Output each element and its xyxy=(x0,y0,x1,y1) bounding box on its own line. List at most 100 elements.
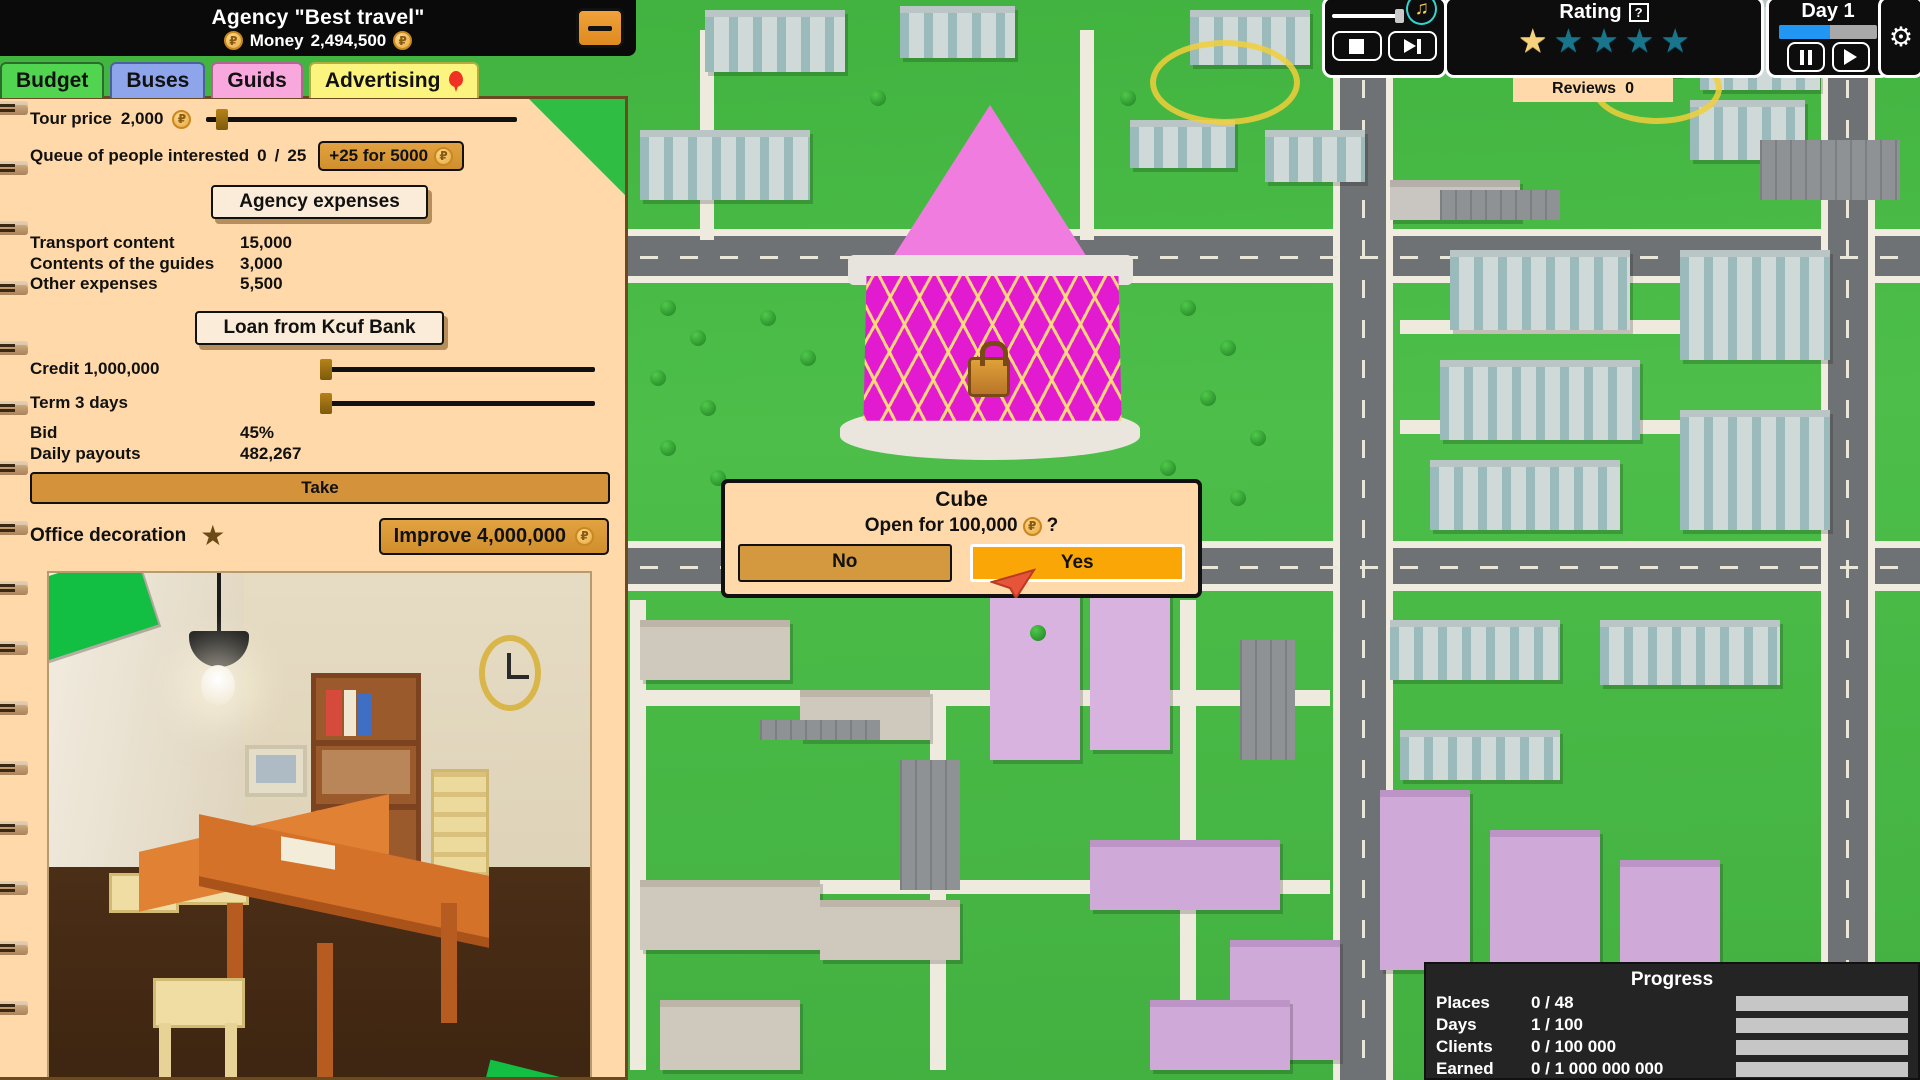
rating-stars[interactable]: ★ ★ ★ ★ ★ xyxy=(1447,24,1761,58)
tour-price-value: 2,000 xyxy=(120,109,164,128)
help-icon[interactable]: ? xyxy=(1628,3,1649,22)
computer-monitor xyxy=(245,744,307,797)
day-label: Day 1 xyxy=(1801,0,1855,22)
cube-question-suffix: ? xyxy=(1046,515,1059,536)
building xyxy=(1680,250,1830,360)
progress-row: Places 0 / 48 xyxy=(1436,993,1908,1013)
music-note-icon[interactable]: ♫ xyxy=(1406,0,1437,25)
stop-icon xyxy=(1349,38,1365,54)
reviews-count: 0 xyxy=(1625,80,1634,97)
ruble-icon: ₽ xyxy=(393,31,413,50)
pause-button[interactable] xyxy=(1786,42,1825,72)
next-track-icon xyxy=(1403,38,1421,54)
tour-price-slider[interactable] xyxy=(206,108,517,130)
volume-slider[interactable] xyxy=(1332,9,1405,23)
star-icon[interactable]: ★ xyxy=(1625,24,1655,58)
tab-budget[interactable]: Budget xyxy=(0,62,105,98)
term-label: Term 3 days xyxy=(30,393,128,413)
improve-label: Improve 4,000,000 xyxy=(393,524,566,547)
queue-max: 25 xyxy=(287,146,307,165)
progress-row: Clients 0 / 100 000 xyxy=(1436,1037,1908,1057)
money-row: ₽ Money 2,494,500 ₽ xyxy=(223,30,413,51)
progress-label: Clients xyxy=(1436,1037,1493,1056)
expense-value: 5,500 xyxy=(240,274,283,294)
money-label: Money xyxy=(249,30,304,50)
rating-title: Rating xyxy=(1559,1,1622,23)
alert-pin-icon xyxy=(449,71,464,92)
volume-row: ♫ xyxy=(1332,0,1437,25)
play-icon xyxy=(1844,49,1857,65)
building xyxy=(1490,830,1600,980)
music-buttons xyxy=(1332,31,1437,61)
tab-guids[interactable]: Guids xyxy=(211,62,303,98)
improve-office-button[interactable]: Improve 4,000,000 ₽ xyxy=(378,517,609,555)
day-progress-fill xyxy=(1779,25,1830,39)
queue-label: Queue of people interested xyxy=(30,146,250,165)
cube-dialog: Cube Open for 100,000 ₽ ? No Yes xyxy=(721,479,1202,598)
parking-lot xyxy=(1440,190,1560,220)
parking-lot xyxy=(1760,140,1900,200)
buy-queue-label: +25 for 5000 xyxy=(329,146,429,165)
settings-panel[interactable]: ⚙ xyxy=(1878,0,1920,78)
slider-knob[interactable] xyxy=(320,392,332,414)
buy-queue-button[interactable]: +25 for 5000 ₽ xyxy=(318,141,465,171)
take-loan-button[interactable]: Take xyxy=(30,471,610,504)
park-track xyxy=(1150,40,1300,125)
minimize-button[interactable] xyxy=(576,8,624,48)
queue-row: Queue of people interested 0 / 25 +25 fo… xyxy=(30,141,609,171)
slider-knob[interactable] xyxy=(320,358,332,380)
stop-button[interactable] xyxy=(1332,31,1382,61)
progress-bar xyxy=(1736,1039,1908,1055)
agency-titlebar: Agency "Best travel" ₽ Money 2,494,500 ₽ xyxy=(0,0,636,56)
loan-settings: Credit 1,000,000 Term 3 days Bid 45% Dai… xyxy=(30,358,609,464)
star-icon[interactable]: ★ xyxy=(1660,24,1690,58)
reviews-label: Reviews xyxy=(1552,80,1617,97)
star-icon[interactable]: ★ xyxy=(1589,24,1619,58)
tab-advertising[interactable]: Advertising xyxy=(308,62,480,98)
slider-knob[interactable] xyxy=(1395,9,1405,23)
cube-question-prefix: Open for xyxy=(864,515,944,536)
building xyxy=(640,130,810,200)
loan-button[interactable]: Loan from Kcuf Bank xyxy=(195,311,444,346)
expense-value: 15,000 xyxy=(240,233,292,252)
cube-dialog-question: Open for 100,000 ₽ ? xyxy=(725,515,1198,537)
footpath xyxy=(630,690,1330,706)
lock-icon xyxy=(968,341,1010,397)
building xyxy=(1450,250,1630,330)
expense-label: Other expenses xyxy=(30,274,158,294)
star-icon[interactable]: ★ xyxy=(1554,24,1584,58)
agency-expenses-button[interactable]: Agency expenses xyxy=(211,185,428,219)
daily-payouts-value: 482,267 xyxy=(240,443,302,463)
day-progress-bar xyxy=(1779,25,1877,39)
credit-slider[interactable] xyxy=(320,358,595,380)
tab-buses[interactable]: Buses xyxy=(110,62,206,98)
pink-pyramid-landmark[interactable] xyxy=(840,105,1140,460)
term-slider[interactable] xyxy=(320,392,595,414)
reviews-badge: Reviews 0 xyxy=(1513,76,1673,102)
tour-price-row: Tour price 2,000 ₽ xyxy=(30,108,609,130)
building xyxy=(900,6,1015,58)
cube-no-button[interactable]: No xyxy=(738,544,952,582)
money-value: 2,494,500 xyxy=(310,30,387,50)
star-icon[interactable]: ★ xyxy=(1518,24,1548,58)
progress-title: Progress xyxy=(1630,969,1714,990)
agency-name: Agency "Best travel" xyxy=(211,5,425,29)
progress-bar xyxy=(1736,1017,1908,1033)
play-button[interactable] xyxy=(1831,42,1870,72)
cube-dialog-buttons: No Yes xyxy=(725,537,1198,582)
day-panel: Day 1 xyxy=(1766,0,1890,78)
tab-label: Advertising xyxy=(324,69,441,92)
next-track-button[interactable] xyxy=(1387,31,1437,61)
daily-payouts-label: Daily payouts xyxy=(30,443,141,463)
slider-knob[interactable] xyxy=(215,108,228,130)
rating-title-row: Rating ? xyxy=(1447,1,1761,24)
rating-panel: Rating ? ★ ★ ★ ★ ★ xyxy=(1444,0,1764,78)
building xyxy=(1090,840,1280,910)
expense-label: Transport content xyxy=(30,233,175,252)
building xyxy=(705,10,845,72)
cube-price: 100,000 xyxy=(948,515,1018,536)
ruble-icon: ₽ xyxy=(172,109,192,129)
bid-value: 45% xyxy=(240,423,275,443)
gear-icon[interactable]: ⚙ xyxy=(1889,23,1913,51)
progress-value: 0 / 48 xyxy=(1531,993,1574,1012)
